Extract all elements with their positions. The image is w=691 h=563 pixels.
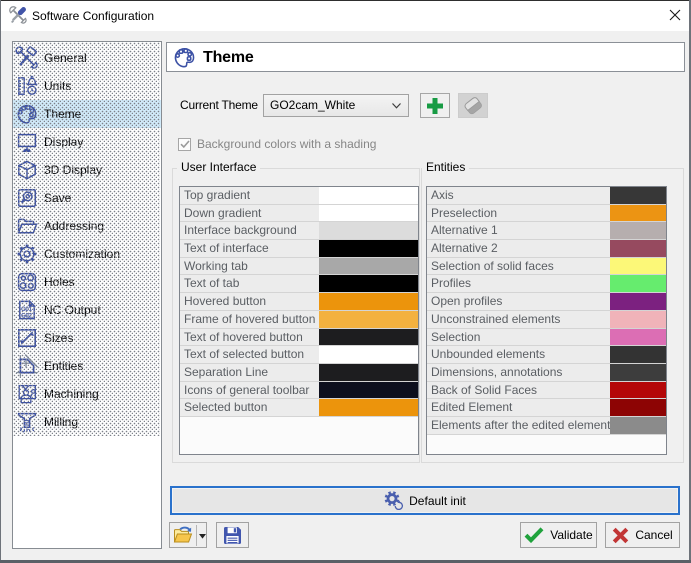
svg-text:G02: G02 (21, 312, 32, 319)
